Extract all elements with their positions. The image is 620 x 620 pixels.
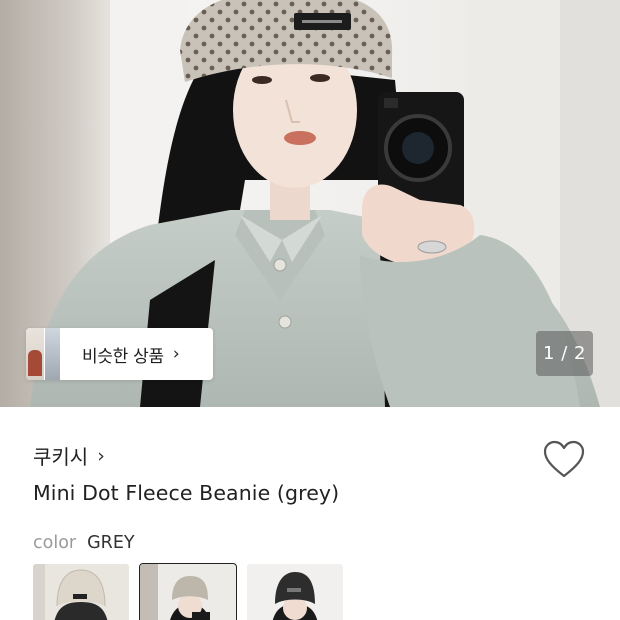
- selected-color-value: GREY: [87, 533, 135, 553]
- brand-link[interactable]: 쿠키시 ›: [33, 441, 105, 470]
- product-title: Mini Dot Fleece Beanie (grey): [33, 481, 340, 505]
- product-hero-image[interactable]: 비슷한 상품 › 1 / 2: [0, 0, 620, 407]
- heart-outline-icon: [543, 440, 585, 478]
- brand-name: 쿠키시: [33, 445, 89, 469]
- wishlist-button[interactable]: [541, 438, 587, 482]
- color-swatch-ivory[interactable]: [33, 564, 129, 620]
- color-swatch-grey[interactable]: [139, 563, 237, 620]
- color-swatch-black[interactable]: [247, 564, 343, 620]
- image-page-counter: 1 / 2: [536, 331, 593, 376]
- chevron-right-icon: ›: [172, 344, 180, 364]
- color-option-row: color GREY: [33, 533, 135, 553]
- similar-products-label: 비슷한 상품: [82, 346, 164, 367]
- similar-products-thumbnail: [26, 328, 60, 380]
- color-label: color: [33, 533, 77, 553]
- similar-products-button[interactable]: 비슷한 상품 ›: [26, 328, 213, 380]
- color-swatch-list: [33, 563, 343, 620]
- chevron-right-icon: ›: [97, 444, 105, 467]
